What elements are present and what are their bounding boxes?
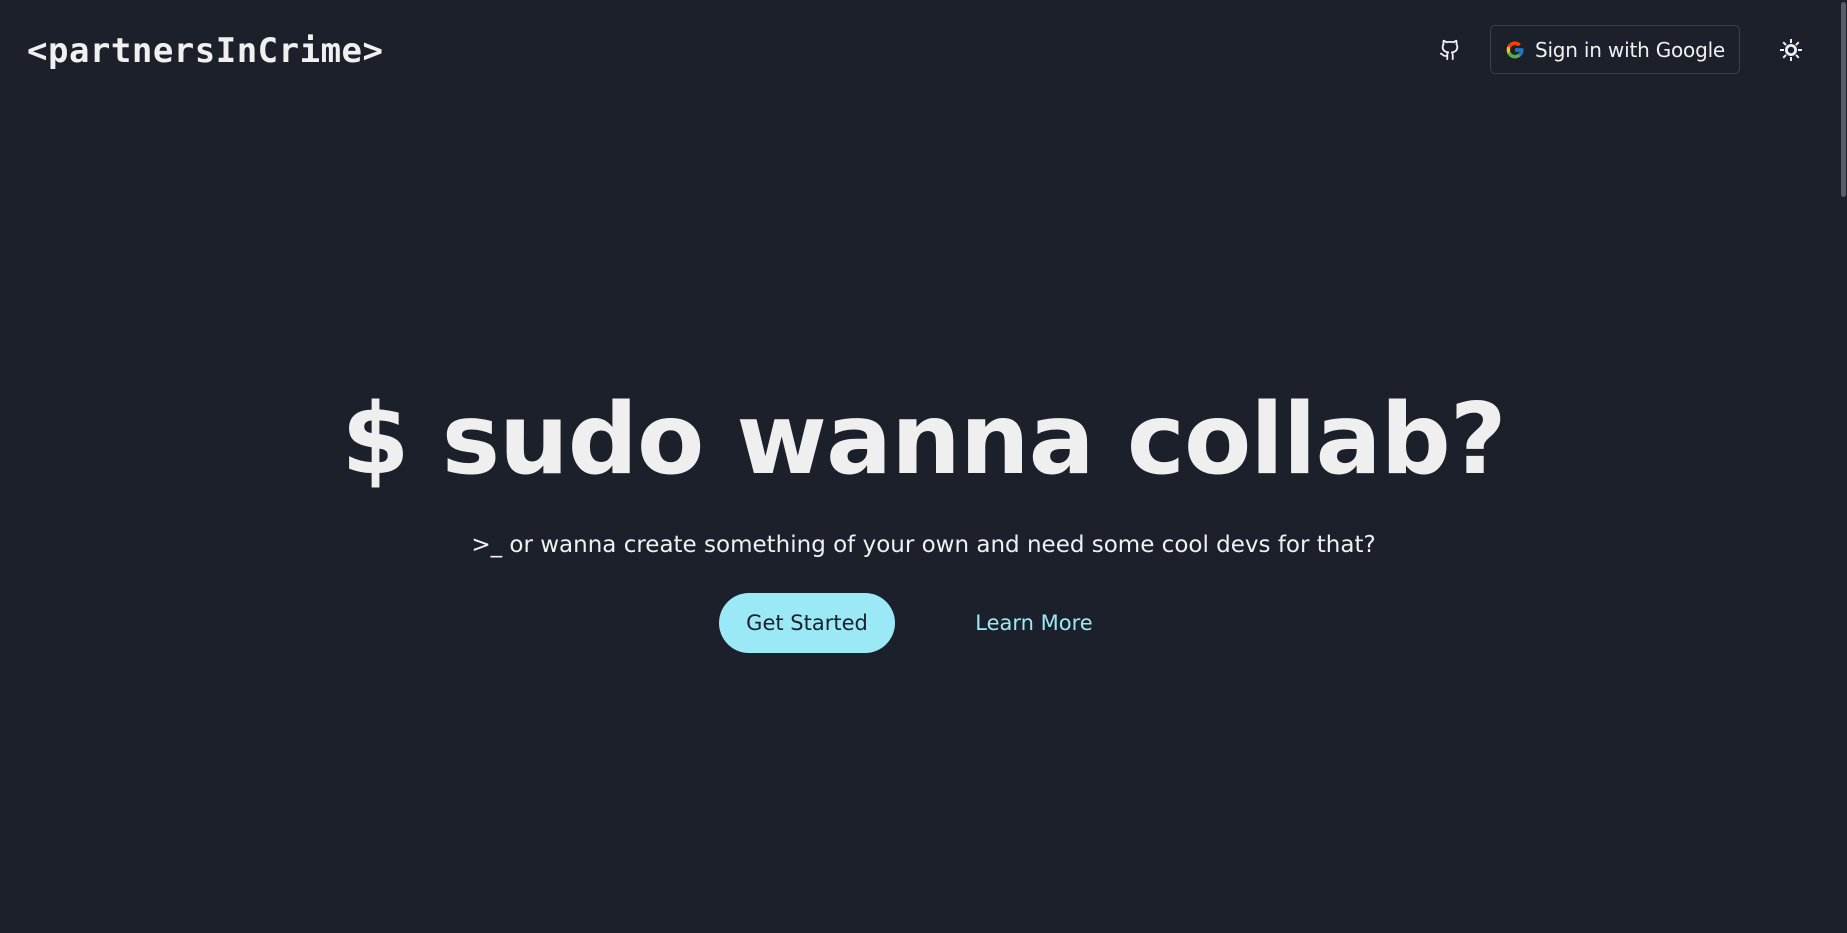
google-signin-label: Sign in with Google [1534,37,1726,62]
google-signin-button[interactable]: Sign in with Google [1490,25,1740,74]
landing-page: <partnersInCrime> Sign in with Google $ … [0,0,1847,933]
theme-toggle-button[interactable] [1775,34,1807,66]
github-link[interactable] [1434,34,1466,66]
scrollbar-thumb[interactable] [1841,2,1846,197]
learn-more-link[interactable]: Learn More [960,593,1108,653]
site-logo[interactable]: <partnersInCrime> [27,30,384,72]
sun-icon [1780,39,1802,61]
get-started-button[interactable]: Get Started [719,593,895,653]
vertical-scrollbar[interactable] [1839,0,1847,933]
google-g-icon [1506,41,1524,58]
hero-subtitle: >_ or wanna create something of your own… [471,532,1376,558]
hero-title: $ sudo wanna collab? [341,383,1506,497]
github-icon [1439,39,1459,61]
cta-row: Get Started Learn More [0,593,1847,653]
site-header: <partnersInCrime> Sign in with Google [0,0,1847,100]
hero-section: $ sudo wanna collab? >_ or wanna create … [0,380,1847,653]
